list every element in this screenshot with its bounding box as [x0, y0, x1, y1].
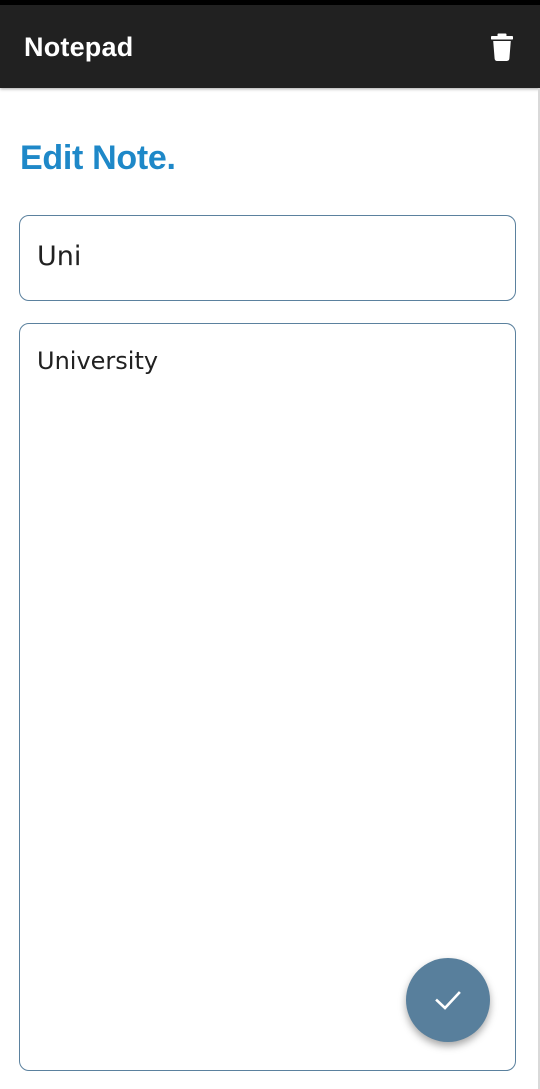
- app-bar: Notepad: [0, 5, 540, 88]
- trash-icon: [491, 33, 513, 61]
- page-heading: Edit Note.: [20, 139, 176, 177]
- note-title-field[interactable]: [19, 215, 516, 301]
- save-note-button[interactable]: [406, 958, 490, 1042]
- delete-note-button[interactable]: [484, 27, 520, 67]
- checkmark-icon: [435, 991, 461, 1010]
- note-body-input[interactable]: University: [37, 344, 497, 1044]
- app-title: Notepad: [24, 32, 134, 62]
- note-title-input[interactable]: [37, 236, 497, 276]
